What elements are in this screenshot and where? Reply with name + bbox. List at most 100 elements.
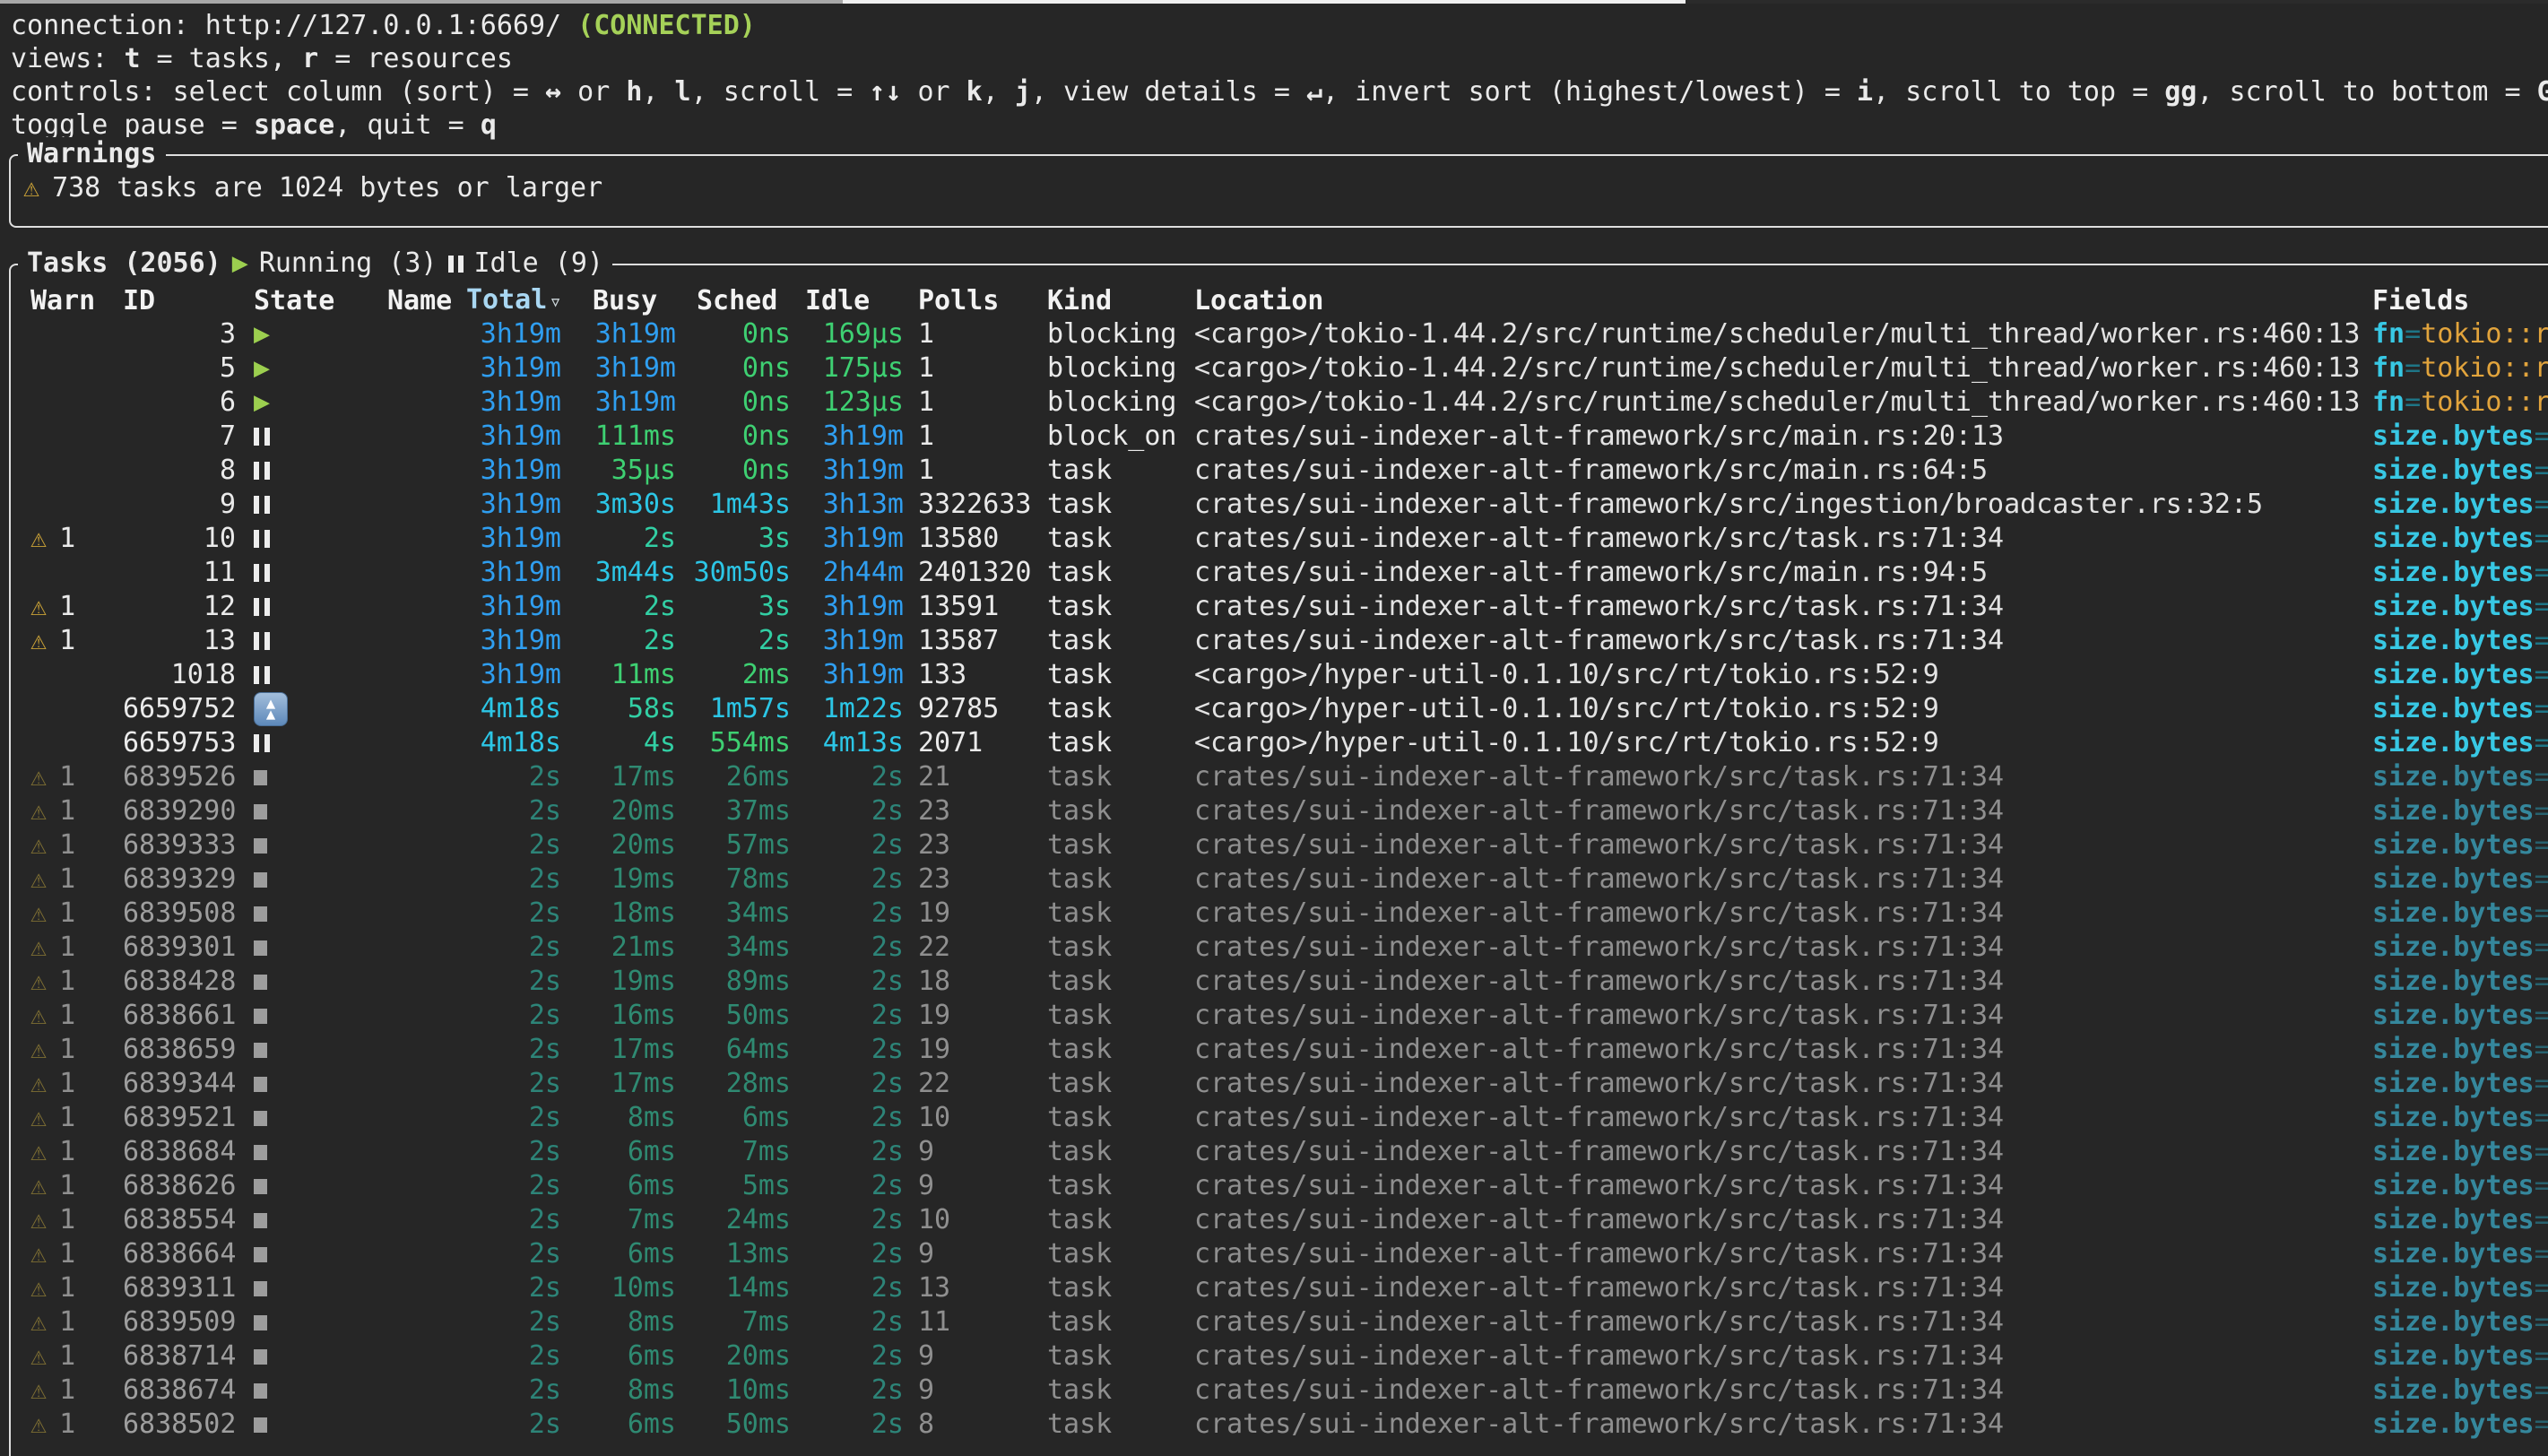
- warning-icon: ⚠: [30, 522, 47, 556]
- table-row[interactable]: ⚠168386262s6ms5ms2s9taskcrates/sui-index…: [27, 1169, 2548, 1203]
- cell-state: [241, 598, 387, 616]
- table-row[interactable]: ⚠168395092s8ms7ms2s11taskcrates/sui-inde…: [27, 1305, 2548, 1339]
- cell-polls: 3322633: [909, 488, 1040, 522]
- column-header-fields[interactable]: Fields: [2363, 284, 2548, 318]
- cell-id: 6838554: [123, 1203, 241, 1237]
- cell-id: 1018: [123, 658, 241, 692]
- table-row[interactable]: ⚠1103h19m2s3s3h19m13580taskcrates/sui-in…: [27, 522, 2548, 556]
- table-row[interactable]: ⚠168386592s17ms64ms2s19taskcrates/sui-in…: [27, 1033, 2548, 1067]
- table-row[interactable]: 6▶3h19m3h19m0ns123µs1blocking<cargo>/tok…: [27, 386, 2548, 420]
- cell-kind: task: [1040, 1339, 1187, 1374]
- column-header-polls[interactable]: Polls: [909, 284, 1040, 318]
- column-header-total[interactable]: Total▿: [459, 283, 567, 318]
- cell-polls: 22: [909, 1067, 1040, 1101]
- table-row[interactable]: ⚠168384282s19ms89ms2s18taskcrates/sui-in…: [27, 965, 2548, 999]
- cell-total: 2s: [459, 1169, 567, 1203]
- table-row[interactable]: ⚠168386642s6ms13ms2s9taskcrates/sui-inde…: [27, 1237, 2548, 1271]
- table-row[interactable]: 66597534m18s4s554ms4m13s2071task<cargo>/…: [27, 726, 2548, 760]
- cell-busy: 8ms: [567, 1305, 681, 1339]
- cell-idle: 2s: [796, 1169, 909, 1203]
- cell-kind: task: [1040, 556, 1187, 590]
- cell-fields: size.bytes=: [2363, 658, 2548, 692]
- pause-icon: [254, 462, 270, 480]
- table-row[interactable]: 3▶3h19m3h19m0ns169µs1blocking<cargo>/tok…: [27, 317, 2548, 351]
- cell-state: [241, 1213, 387, 1228]
- cell-idle: 175µs: [796, 351, 909, 386]
- warning-count: 1: [59, 1339, 75, 1374]
- table-row[interactable]: ⚠168393332s20ms57ms2s23taskcrates/sui-in…: [27, 828, 2548, 862]
- cell-state: [241, 838, 387, 854]
- text-segment: , quit =: [334, 109, 481, 141]
- column-header-idle[interactable]: Idle: [796, 284, 909, 318]
- cell-idle: 2s: [796, 1101, 909, 1135]
- table-row[interactable]: ⚠168393012s21ms34ms2s22taskcrates/sui-in…: [27, 931, 2548, 965]
- cell-kind: task: [1040, 624, 1187, 658]
- table-row[interactable]: ⚠168386742s8ms10ms2s9taskcrates/sui-inde…: [27, 1374, 2548, 1408]
- table-row[interactable]: ⚠168395212s8ms6ms2s10taskcrates/sui-inde…: [27, 1101, 2548, 1135]
- cell-fields: size.bytes=: [2363, 590, 2548, 624]
- cell-location: crates/sui-indexer-alt-framework/src/tas…: [1187, 1203, 2363, 1237]
- cell-polls: 2401320: [909, 556, 1040, 590]
- cell-idle: 3h19m: [796, 590, 909, 624]
- cell-idle: 2s: [796, 760, 909, 794]
- pause-icon: [254, 666, 270, 684]
- column-header-kind[interactable]: Kind: [1040, 284, 1187, 318]
- cell-total: 3h19m: [459, 590, 567, 624]
- table-row[interactable]: ⚠168387142s6ms20ms2s9taskcrates/sui-inde…: [27, 1339, 2548, 1374]
- table-row[interactable]: ⚠1133h19m2s2s3h19m13587taskcrates/sui-in…: [27, 624, 2548, 658]
- cell-sched: 64ms: [681, 1033, 796, 1067]
- column-header-loc[interactable]: Location: [1187, 284, 2363, 318]
- table-row[interactable]: ⚠168393442s17ms28ms2s22taskcrates/sui-in…: [27, 1067, 2548, 1101]
- table-row[interactable]: ⚠168395082s18ms34ms2s19taskcrates/sui-in…: [27, 897, 2548, 931]
- table-row[interactable]: 73h19m111ms0ns3h19m1block_oncrates/sui-i…: [27, 420, 2548, 454]
- table-body: 3▶3h19m3h19m0ns169µs1blocking<cargo>/tok…: [27, 317, 2548, 1442]
- cell-idle: 2s: [796, 1271, 909, 1305]
- running-icon: ▶: [254, 317, 270, 351]
- column-header-state[interactable]: State: [241, 284, 387, 318]
- cell-state: [241, 906, 387, 922]
- table-row[interactable]: ⚠168386842s6ms7ms2s9taskcrates/sui-index…: [27, 1135, 2548, 1169]
- column-header-id[interactable]: ID: [123, 284, 241, 318]
- table-row[interactable]: ⚠168393112s10ms14ms2s13taskcrates/sui-in…: [27, 1271, 2548, 1305]
- text-segment: , scroll =: [691, 76, 870, 108]
- table-row[interactable]: ⚠168392902s20ms37ms2s23taskcrates/sui-in…: [27, 794, 2548, 828]
- table-row[interactable]: ⚠1123h19m2s3s3h19m13591taskcrates/sui-in…: [27, 590, 2548, 624]
- cell-location: crates/sui-indexer-alt-framework/src/tas…: [1187, 794, 2363, 828]
- column-header-busy[interactable]: Busy: [567, 284, 681, 318]
- table-row[interactable]: 5▶3h19m3h19m0ns175µs1blocking<cargo>/tok…: [27, 351, 2548, 386]
- cell-polls: 1: [909, 351, 1040, 386]
- table-row[interactable]: ⚠168386612s16ms50ms2s19taskcrates/sui-in…: [27, 999, 2548, 1033]
- table-row[interactable]: ⚠168393292s19ms78ms2s23taskcrates/sui-in…: [27, 862, 2548, 897]
- cell-sched: 28ms: [681, 1067, 796, 1101]
- warning-count: 1: [59, 1169, 75, 1203]
- cell-sched: 1m43s: [681, 488, 796, 522]
- column-header-warn[interactable]: Warn: [27, 284, 123, 318]
- table-row[interactable]: 83h19m35µs0ns3h19m1taskcrates/sui-indexe…: [27, 454, 2548, 488]
- cell-fields: size.bytes=: [2363, 1237, 2548, 1271]
- table-row[interactable]: ⚠168385542s7ms24ms2s10taskcrates/sui-ind…: [27, 1203, 2548, 1237]
- text-segment: = tasks,: [141, 43, 303, 74]
- cell-kind: task: [1040, 1408, 1187, 1442]
- column-header-name[interactable]: Name: [387, 284, 459, 318]
- warning-icon: ⚠: [30, 1271, 47, 1305]
- cell-warn: ⚠1: [27, 965, 123, 999]
- cell-sched: 20ms: [681, 1339, 796, 1374]
- cell-fields: size.bytes=: [2363, 1271, 2548, 1305]
- cell-fields: size.bytes=: [2363, 1067, 2548, 1101]
- cell-sched: 0ns: [681, 351, 796, 386]
- table-row[interactable]: 113h19m3m44s30m50s2h44m2401320taskcrates…: [27, 556, 2548, 590]
- cell-total: 2s: [459, 862, 567, 897]
- cell-kind: task: [1040, 760, 1187, 794]
- cell-state: [241, 1111, 387, 1126]
- cell-idle: 2s: [796, 1374, 909, 1408]
- cell-idle: 2s: [796, 965, 909, 999]
- cell-kind: blocking: [1040, 351, 1187, 386]
- table-row[interactable]: 93h19m3m30s1m43s3h13m3322633taskcrates/s…: [27, 488, 2548, 522]
- warning-item: ⚠ 738 tasks are 1024 bytes or larger: [11, 156, 2548, 205]
- column-header-sched[interactable]: Sched: [681, 284, 796, 318]
- table-row[interactable]: ⚠168385022s6ms50ms2s8taskcrates/sui-inde…: [27, 1408, 2548, 1442]
- table-row[interactable]: ⚠168395262s17ms26ms2s21taskcrates/sui-in…: [27, 760, 2548, 794]
- table-row[interactable]: 6659752▲▲4m18s58s1m57s1m22s92785task<car…: [27, 692, 2548, 726]
- cell-location: crates/sui-indexer-alt-framework/src/tas…: [1187, 1101, 2363, 1135]
- table-row[interactable]: 10183h19m11ms2ms3h19m133task<cargo>/hype…: [27, 658, 2548, 692]
